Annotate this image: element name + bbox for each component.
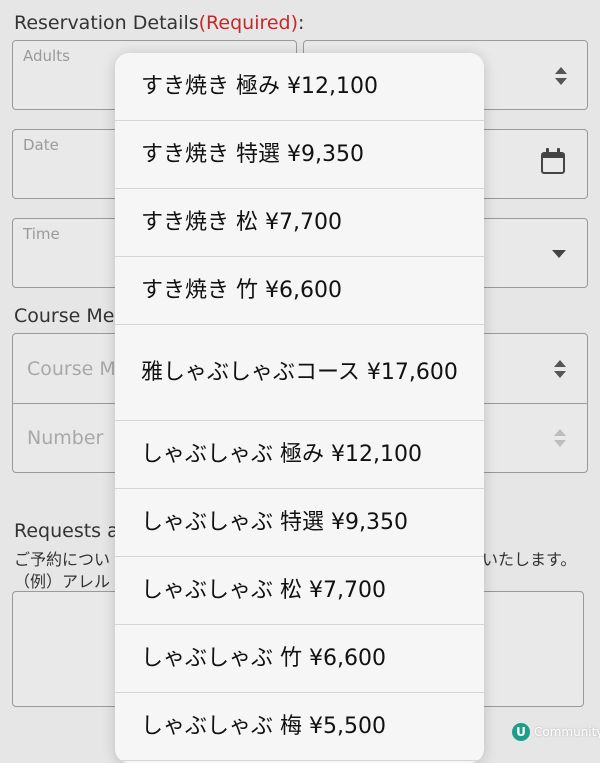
dropdown-option[interactable]: しゃぶしゃぶ 梅 ¥5,500 bbox=[115, 693, 484, 761]
dropdown-option[interactable]: すき焼き 松 ¥7,700 bbox=[115, 189, 484, 257]
watermark: U Community bbox=[512, 723, 600, 741]
note-line1-right: いたします。 bbox=[482, 550, 577, 569]
note-line1-left: ご予約につい bbox=[14, 550, 111, 569]
dropdown-option[interactable]: しゃぶしゃぶ 極み ¥12,100 bbox=[115, 421, 484, 489]
dropdown-option[interactable]: しゃぶしゃぶ 松 ¥7,700 bbox=[115, 557, 484, 625]
calendar-icon[interactable] bbox=[541, 148, 565, 174]
dropdown-option[interactable]: すき焼き 特選 ¥9,350 bbox=[115, 121, 484, 189]
time-label: Time bbox=[23, 225, 60, 243]
dropdown-option[interactable]: すき焼き 竹 ¥6,600 bbox=[115, 257, 484, 325]
date-label: Date bbox=[23, 136, 59, 154]
watermark-text: Community bbox=[534, 725, 600, 739]
course-menu-title: Course Me bbox=[14, 305, 115, 327]
requests-title: Requests a bbox=[14, 520, 119, 542]
chevron-down-icon bbox=[552, 250, 566, 258]
note-line2: （例）アレル bbox=[14, 572, 111, 591]
community-logo-icon: U bbox=[512, 723, 530, 741]
sort-arrows-icon bbox=[553, 358, 567, 380]
sort-arrows-icon bbox=[553, 427, 567, 449]
course-dropdown-list[interactable]: すき焼き 極み ¥12,100 すき焼き 特選 ¥9,350 すき焼き 松 ¥7… bbox=[115, 53, 484, 763]
reservation-details-title: Reservation Details(Required): bbox=[14, 12, 304, 34]
dropdown-option[interactable]: すき焼き 極み ¥12,100 bbox=[115, 53, 484, 121]
dropdown-option[interactable]: しゃぶしゃぶ 特選 ¥9,350 bbox=[115, 489, 484, 557]
course-menu-placeholder: Course M bbox=[27, 358, 116, 380]
adults-label: Adults bbox=[23, 47, 70, 65]
reservation-details-label: Reservation Details bbox=[14, 12, 199, 34]
sort-arrows-icon bbox=[554, 65, 568, 87]
dropdown-option[interactable]: しゃぶしゃぶ 竹 ¥6,600 bbox=[115, 625, 484, 693]
title-colon: : bbox=[298, 12, 305, 34]
dropdown-option[interactable]: 雅しゃぶしゃぶコース ¥17,600 bbox=[115, 325, 484, 421]
number-placeholder: Number bbox=[27, 427, 104, 449]
required-tag: (Required) bbox=[198, 12, 299, 34]
